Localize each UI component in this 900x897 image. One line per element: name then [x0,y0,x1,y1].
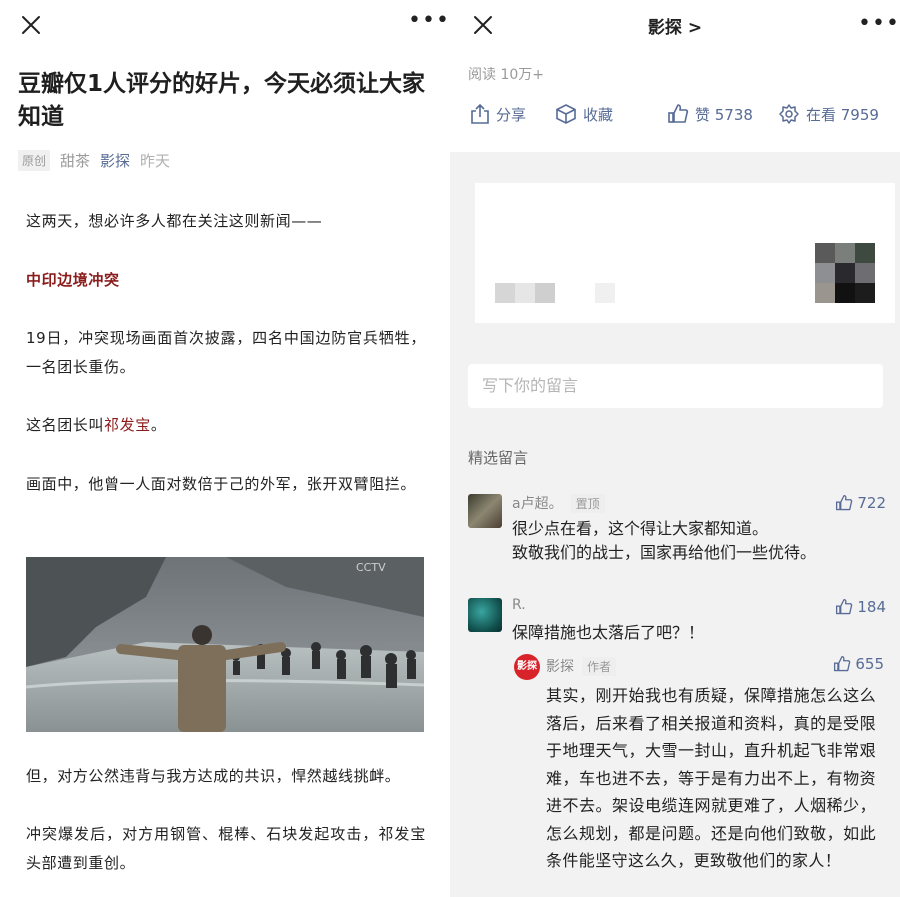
commenter-name: a卢超。 置顶 [512,493,605,513]
photo-watermark: CCTV [356,561,386,574]
avatar[interactable] [468,598,502,632]
article-stats: 阅读 10万+ 分享 收藏 赞 5738 在看 7959 [450,50,900,152]
selected-comments-title: 精选留言 [468,449,529,467]
watching-count: 在看 7959 [806,105,879,124]
reply-like-count: 655 [855,655,884,673]
comments-pane: 影探 > ••• 阅读 10万+ 分享 收藏 赞 5738 在看 7959 写下… [450,0,900,897]
paragraph: 但，对方公然违背与我方达成的共识，悍然越线挑衅。 [26,767,401,785]
commenter-name-text: a卢超。 [512,496,563,512]
account-title[interactable]: 影探 > [450,13,900,38]
comment-text: 很少点在看，这个得让大家都知道。 [512,519,769,538]
watching-icon [779,104,799,124]
favorite-button[interactable]: 收藏 [555,103,613,125]
thumb-up-icon [836,494,853,511]
comment-item: a卢超。 置顶 722 很少点在看，这个得让大家都知道。 致敬我们的战士，国家再给… [468,494,888,564]
thumb-up-icon [836,598,853,615]
comment-like-button[interactable]: 722 [835,494,886,512]
thumb-up-icon [668,104,689,123]
watching-button[interactable]: 在看 7959 [778,103,879,125]
screen: ••• 豆瓣仅1人评分的好片，今天必须让大家知道 原创 甜茶 影探 昨天 这两天… [0,0,900,897]
paragraph: 画面中，他曾一人面对数倍于己的外军，张开双臂阻拦。 [26,475,417,493]
comment-item: R. 184 保障措施也太落后了吧？！ [468,597,888,648]
paragraph-highlight: 中印边境冲突 [26,271,120,289]
reply-author: 影探 作者 [546,656,617,676]
account-link[interactable]: 影探 [100,150,130,171]
more-icon[interactable]: ••• [858,13,900,35]
like-count: 赞 5738 [695,105,753,124]
article-pane: ••• 豆瓣仅1人评分的好片，今天必须让大家知道 原创 甜茶 影探 昨天 这两天… [0,0,450,897]
share-button[interactable]: 分享 [470,103,526,125]
favorite-label: 收藏 [583,105,614,124]
comment-like-count: 722 [857,494,886,512]
share-icon [471,103,489,124]
comment-like-count: 184 [857,598,886,616]
ad-card[interactable] [475,183,895,323]
close-icon[interactable] [20,14,42,36]
reply-like-button[interactable]: 655 [833,655,884,673]
original-tag: 原创 [18,149,51,171]
news-photo: CCTV [26,557,424,732]
like-article-button[interactable]: 赞 5738 [667,103,753,125]
comment-text: 致敬我们的战士，国家再给他们一些优待。 [512,543,817,562]
comment-text: 保障措施也太落后了吧？！ [512,623,705,642]
paragraph: 冲突爆发后，对方用钢管、棍棒、石块发起攻击，祁发宝头部遭到重创。 [26,825,426,872]
comment-like-button[interactable]: 184 [835,598,886,616]
article-meta: 原创 甜茶 影探 昨天 [18,148,170,172]
paragraph: 这名团长叫祁发宝。 [26,411,426,440]
article-title: 豆瓣仅1人评分的好片，今天必须让大家知道 [18,71,426,130]
comment-input[interactable]: 写下你的留言 [468,364,883,408]
paragraph-text: 。 [150,416,167,434]
more-icon[interactable]: ••• [408,10,450,32]
avatar[interactable] [468,494,502,528]
paragraph: 这两天，想必许多人都在关注这则新闻—— [26,212,323,230]
highlighted-name: 祁发宝 [104,416,151,434]
reply-author-name: 影探 [546,659,574,675]
pinned-badge: 置顶 [570,494,605,513]
favorite-icon [556,104,576,124]
reply-text: 其实，刚开始我也有质疑，保障措施怎么这么落后，后来看了相关报道和资料，真的是受限… [546,686,876,870]
author-badge: 作者 [582,657,617,676]
commenter-name: R. [512,597,526,613]
thumb-up-icon [834,655,851,672]
author-avatar[interactable]: 影探 [514,654,540,680]
author-name: 甜茶 [60,151,91,170]
publish-time: 昨天 [140,151,171,170]
paragraph-text: 这名团长叫 [26,416,105,434]
read-count: 阅读 10万+ [468,67,544,83]
paragraph: 19日，冲突现场画面首次披露，四名中国边防官兵牺牲，一名团长重伤。 [26,329,426,376]
top-bar: 影探 > ••• [450,0,900,51]
share-label: 分享 [496,105,527,124]
author-reply: 影探 影探 作者 655 其实，刚开始我也有质疑，保障措施怎么这么落后，后来看了相… [514,654,884,884]
